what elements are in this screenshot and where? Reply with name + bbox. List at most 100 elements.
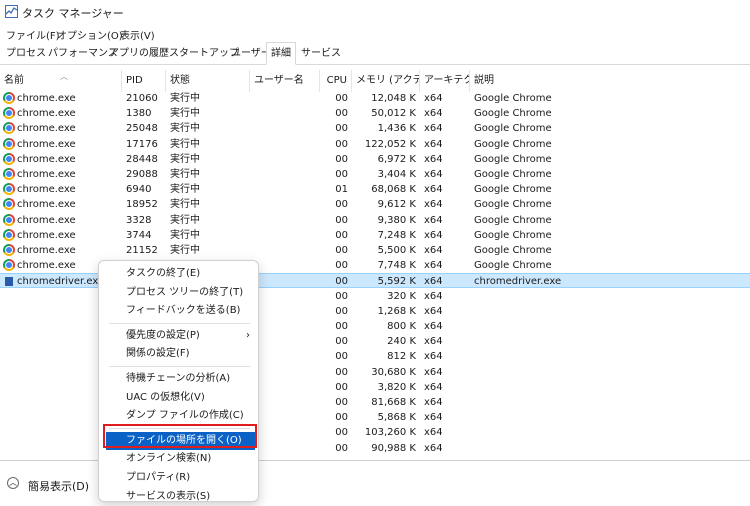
cell-desc (474, 319, 744, 334)
cell-cpu: 00 (335, 351, 348, 363)
cell-cpu: 00 (335, 245, 348, 256)
cell-cpu: 00 (335, 123, 348, 135)
title-bar: タスク マネージャー (0, 0, 750, 24)
table-row[interactable]: chrome.exe 17176 実行中 00 122,052 K x64 Google C… (0, 137, 750, 152)
cell-name: chrome.exe (17, 123, 76, 135)
table-row[interactable]: chrome.exe 3744 実行中 00 7,248 K x64 Google Chro… (0, 228, 750, 243)
cell-arch: x64 (424, 442, 443, 454)
cell-cpu: 00 (335, 169, 348, 180)
cell-cpu: 00 (335, 427, 348, 439)
menu-file[interactable]: ファイル(F) (6, 27, 60, 42)
cell-mem: 50,012 K (371, 108, 416, 120)
cell-arch: x64 (424, 229, 443, 241)
cell-pid: 21060 (126, 93, 158, 104)
cell-arch: x64 (424, 427, 443, 439)
cell-status: 実行中 (170, 214, 200, 226)
cell-mem: 103,260 K (364, 427, 416, 439)
executable-icon (5, 277, 13, 287)
table-row[interactable]: chrome.exe 1380 実行中 00 50,012 K x64 Google Chr… (0, 106, 750, 121)
cell-mem: 240 K (387, 336, 416, 348)
context-menu-item[interactable]: ダンプ ファイルの作成(C) (99, 407, 258, 425)
context-menu-item[interactable]: プロセス ツリーの終了(T) (99, 284, 258, 302)
context-menu-item[interactable]: タスクの終了(E) (99, 265, 258, 283)
chevron-up-icon[interactable]: ︿ (7, 477, 19, 489)
cell-desc (474, 334, 744, 349)
col-description[interactable]: 説明 (470, 70, 750, 92)
cell-desc: Google Chrome (474, 169, 552, 180)
cell-name: chrome.exe (17, 245, 76, 256)
cell-mem: 1,436 K (377, 123, 416, 135)
cell-desc: Google Chrome (474, 245, 552, 256)
table-row[interactable]: chrome.exe 28448 実行中 00 6,972 K x64 Google Chr… (0, 152, 750, 167)
cell-mem: 9,380 K (377, 214, 416, 226)
context-menu-label: 関係の設定(F) (126, 348, 190, 360)
cell-mem: 90,988 K (371, 442, 416, 454)
cell-name: chrome.exe (17, 169, 76, 180)
context-menu-item[interactable]: サービスの表示(S) (99, 488, 258, 506)
cell-name: chrome.exe (17, 108, 76, 120)
cell-arch: x64 (424, 138, 443, 150)
table-row[interactable]: chrome.exe 21152 実行中 00 5,500 K x64 Google Chr… (0, 243, 750, 258)
window-title: タスク マネージャー (22, 7, 124, 20)
col-cpu[interactable]: CPU (320, 70, 352, 92)
table-row[interactable]: chrome.exe 6940 実行中 01 68,068 K x64 Google Chr… (0, 182, 750, 197)
cell-cpu: 00 (335, 321, 348, 332)
col-pid[interactable]: PID (122, 70, 166, 92)
cell-status: 実行中 (170, 123, 200, 135)
chrome-icon (3, 152, 15, 165)
cell-name: chrome.exe (17, 229, 76, 241)
context-menu-item[interactable]: 優先度の設定(P) › (99, 327, 258, 345)
context-menu: タスクの終了(E) プロセス ツリーの終了(T) フィードバックを送る(B) 優先度の… (98, 260, 259, 502)
cell-arch: x64 (424, 290, 443, 302)
tab-details[interactable]: 詳細 (266, 42, 296, 65)
cell-mem: 9,612 K (377, 199, 416, 211)
chrome-icon (3, 137, 15, 150)
cell-arch: x64 (424, 397, 443, 408)
col-status[interactable]: 状態 (166, 70, 250, 92)
cell-mem: 7,248 K (377, 229, 416, 241)
context-menu-label: フィードバックを送る(B) (126, 305, 241, 317)
table-row[interactable]: chrome.exe 18952 実行中 00 9,612 K x64 Google Chr… (0, 197, 750, 212)
table-row[interactable]: chrome.exe 21060 実行中 00 12,048 K x64 Google Ch… (0, 91, 750, 106)
col-memory[interactable]: メモリ (アクティ... (352, 70, 420, 92)
context-menu-item[interactable]: UAC の仮想化(V) (99, 389, 258, 407)
context-menu-item[interactable]: オンライン検索(N) (99, 450, 258, 468)
context-menu-item[interactable]: 関係の設定(F) (99, 345, 258, 363)
context-menu-item[interactable]: フィードバックを送る(B) (99, 302, 258, 320)
cell-mem: 7,748 K (377, 260, 416, 272)
cell-arch: x64 (424, 93, 443, 104)
tab-bar: プロセス パフォーマンス アプリの履歴 スタートアップ ユーザー 詳細 サービス (0, 42, 750, 65)
table-row[interactable]: chrome.exe 25048 実行中 00 1,436 K x64 Google Chr… (0, 121, 750, 136)
col-username[interactable]: ユーザー名 (250, 70, 320, 92)
cell-desc: Google Chrome (474, 214, 552, 226)
menu-view[interactable]: 表示(V) (120, 27, 155, 42)
table-row[interactable]: chrome.exe 29088 実行中 00 3,404 K x64 Google Chr… (0, 167, 750, 182)
cell-arch: x64 (424, 412, 443, 424)
cell-arch: x64 (424, 366, 443, 378)
cell-pid: 17176 (126, 138, 158, 150)
menu-options[interactable]: オプション(O) (57, 27, 123, 42)
cell-desc: Google Chrome (474, 229, 552, 241)
column-header: 名前 ︿ PID 状態 ユーザー名 CPU メモリ (アクティ... アーキテク… (0, 70, 750, 92)
context-menu-label: サービスの表示(S) (126, 490, 211, 502)
tab-services[interactable]: サービス (296, 42, 346, 64)
col-arch[interactable]: アーキテク... (420, 70, 470, 92)
context-menu-item[interactable]: 待機チェーンの分析(A) (99, 370, 258, 388)
chrome-icon (3, 244, 15, 256)
table-row[interactable]: chrome.exe 3328 実行中 00 9,380 K x64 Google Chro… (0, 213, 750, 228)
cell-arch: x64 (424, 276, 443, 288)
cell-cpu: 00 (335, 214, 348, 226)
fewer-details-link[interactable]: 簡易表示(D) (28, 478, 89, 494)
cell-status: 実行中 (170, 245, 200, 256)
col-name[interactable]: 名前 ︿ (0, 70, 122, 92)
cell-cpu: 00 (335, 397, 348, 408)
cell-cpu: 00 (335, 138, 348, 150)
cell-name: chrome.exe (17, 184, 76, 196)
cell-status: 実行中 (170, 184, 200, 196)
cell-desc (474, 365, 744, 380)
cell-mem: 5,500 K (377, 245, 416, 256)
cell-arch: x64 (424, 123, 443, 135)
cell-cpu: 00 (335, 93, 348, 104)
cell-name: chrome.exe (17, 93, 76, 104)
context-menu-item[interactable]: プロパティ(R) (99, 469, 258, 487)
